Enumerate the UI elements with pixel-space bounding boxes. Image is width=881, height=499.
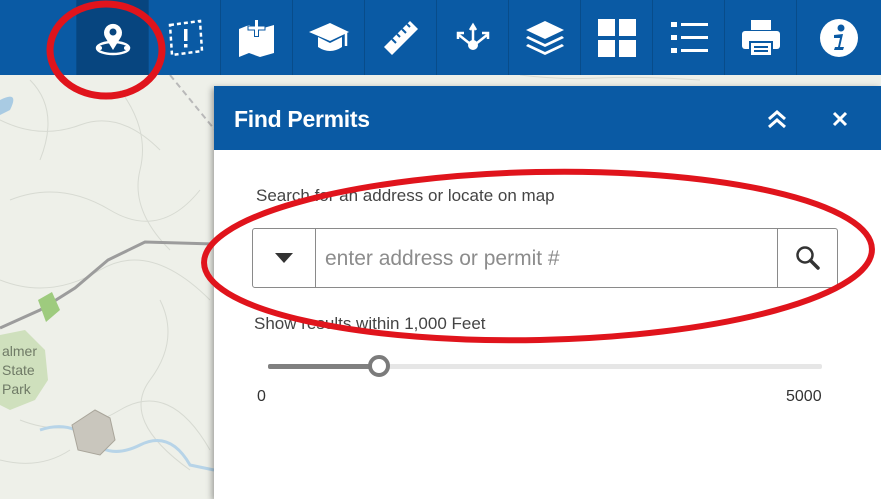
- tutorial-tool-button[interactable]: [292, 0, 364, 75]
- printer-icon: [741, 19, 780, 57]
- map-label: Park: [2, 381, 32, 397]
- share-tool-button[interactable]: [436, 0, 508, 75]
- search-instruction: Search for an address or locate on map: [256, 186, 555, 205]
- add-map-tool-button[interactable]: [220, 0, 292, 75]
- collapse-panel-button[interactable]: [762, 104, 792, 134]
- search-icon: [796, 246, 820, 270]
- print-tool-button[interactable]: [724, 0, 796, 75]
- slider-min-label: 0: [257, 388, 266, 405]
- info-icon: [820, 18, 858, 57]
- address-search-input[interactable]: [323, 241, 767, 277]
- close-panel-button[interactable]: [824, 104, 856, 134]
- select-area-tool-button[interactable]: [148, 0, 220, 75]
- grid-icon: [597, 18, 636, 57]
- about-tool-button[interactable]: [796, 0, 881, 75]
- search-box: [252, 228, 838, 288]
- caret-down-icon: [275, 253, 293, 263]
- find-permits-panel: Find Permits Search for an address or lo…: [214, 86, 881, 499]
- panel-title: Find Permits: [234, 106, 370, 132]
- search-type-dropdown[interactable]: [253, 229, 316, 287]
- slider-fill: [268, 364, 379, 369]
- close-icon: [832, 111, 848, 127]
- layers-icon: [525, 20, 564, 55]
- map-label: almer: [2, 343, 37, 359]
- ruler-icon: [383, 20, 418, 55]
- graduation-cap-icon: [308, 22, 349, 51]
- share-network-icon: [456, 22, 489, 50]
- layers-tool-button[interactable]: [508, 0, 580, 75]
- distance-slider[interactable]: [268, 354, 822, 380]
- distance-label: Show results within 1,000 Feet: [254, 314, 486, 333]
- map-plus-icon: [238, 18, 274, 57]
- slider-max-label: 5000: [786, 388, 822, 405]
- basemap-gallery-tool-button[interactable]: [580, 0, 652, 75]
- map-label: State: [2, 362, 35, 378]
- legend-tool-button[interactable]: [652, 0, 724, 75]
- dashed-alert-icon: [168, 19, 203, 56]
- find-permits-tool-button[interactable]: [76, 0, 148, 75]
- measure-tool-button[interactable]: [364, 0, 436, 75]
- panel-header: Find Permits: [214, 86, 881, 150]
- double-chevron-up-icon: [768, 110, 786, 129]
- search-button[interactable]: [777, 229, 838, 287]
- toolbar: [0, 0, 881, 75]
- slider-thumb[interactable]: [368, 355, 390, 377]
- location-pin-icon: [95, 23, 130, 55]
- list-icon: [670, 21, 708, 53]
